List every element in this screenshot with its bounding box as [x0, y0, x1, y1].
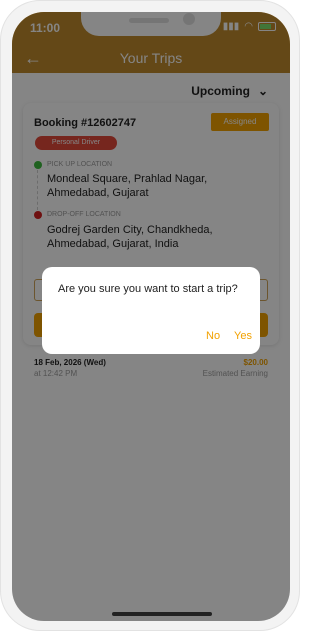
screen: 11:00 ▮▮▮ ◠ ← Your Trips Upcoming ⌄ Book… — [12, 12, 290, 621]
no-button[interactable]: No — [206, 330, 220, 342]
confirm-dialog: Are you sure you want to start a trip? N… — [42, 267, 260, 354]
phone-frame: 11:00 ▮▮▮ ◠ ← Your Trips Upcoming ⌄ Book… — [0, 0, 300, 631]
dialog-message: Are you sure you want to start a trip? — [58, 283, 238, 295]
yes-button[interactable]: Yes — [234, 330, 252, 342]
home-indicator[interactable] — [112, 612, 212, 616]
